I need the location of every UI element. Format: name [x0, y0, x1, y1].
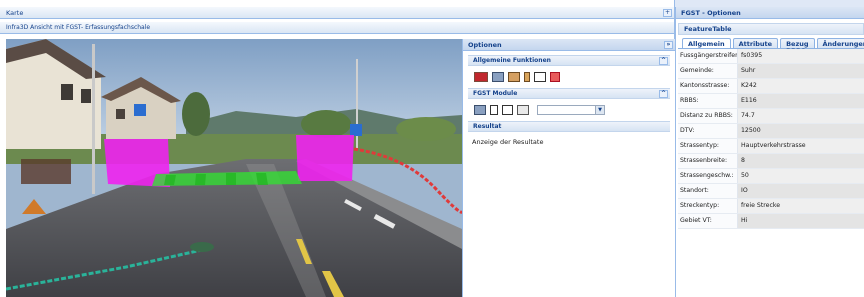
table-row: Standort: IO [678, 184, 864, 199]
result-title: Resultat [473, 123, 502, 130]
feature-table-title: FeatureTable [678, 23, 864, 35]
table-row: Strassentyp: Hauptverkehrstrasse [678, 139, 864, 154]
fgst-options-panel: FGST - Optionen FeatureTable Allgemein A… [675, 7, 864, 297]
row-value[interactable]: freie Strecke [738, 199, 864, 213]
table-row: Kantonsstrasse: K242 [678, 79, 864, 94]
tab-bezug-rbbs[interactable]: Bezug RBBS [780, 38, 815, 55]
fgst-options-title: FGST - Optionen [676, 7, 864, 19]
general-functions-title: Allgemeine Funktionen [473, 57, 551, 64]
row-key: Streckentyp: [678, 199, 738, 213]
options-panel: Optionen » Allgemeine Funktionen ^ FGST … [462, 39, 675, 297]
tab-allgemein[interactable]: Allgemein [682, 38, 731, 48]
viewer-title: Infra3D Ansicht mit FGST- Erfassungsfach… [6, 24, 151, 31]
row-key: Gemeinde: [678, 64, 738, 78]
row-key: Gebiet VT: [678, 214, 738, 228]
table-row: Distanz zu RBBS: 74.7 [678, 109, 864, 124]
tab-attribute[interactable]: Attribute [732, 38, 779, 48]
fgst-icon[interactable] [492, 72, 504, 82]
row-key: Standort: [678, 184, 738, 198]
fgst-modules-title: FGST Module [473, 90, 518, 97]
collapse-icon[interactable]: ^ [659, 57, 668, 65]
row-value[interactable]: Suhr [738, 64, 864, 78]
row-key: RBBS: [678, 94, 738, 108]
map-panel-header: Karte + [0, 7, 674, 19]
measure-icon[interactable] [508, 72, 520, 82]
photo-icon[interactable] [474, 72, 488, 82]
eraser-icon[interactable] [550, 72, 560, 82]
options-title: Optionen [468, 41, 502, 49]
module-select[interactable]: ▼ [537, 105, 605, 115]
result-header: Resultat [468, 121, 670, 132]
row-value[interactable]: K242 [738, 79, 864, 93]
viewer-header: Infra3D Ansicht mit FGST- Erfassungsfach… [0, 22, 674, 34]
arrow-line-icon[interactable] [534, 72, 546, 82]
chevron-right-icon[interactable]: » [664, 41, 673, 49]
result-text: Anzeige der Resultate [472, 138, 544, 146]
row-value[interactable]: 12500 [738, 124, 864, 138]
plus-icon[interactable]: + [663, 9, 672, 17]
map-panel-title: Karte [6, 9, 24, 17]
table-row: Gebiet VT: Hi [678, 214, 864, 229]
row-key: Strassenbreite: [678, 154, 738, 168]
app-root: Karte + Infra3D Ansicht mit FGST- Erfass… [0, 0, 864, 297]
row-value[interactable]: E116 [738, 94, 864, 108]
general-functions-header[interactable]: Allgemeine Funktionen ^ [468, 55, 670, 66]
table-row: DTV: 12500 [678, 124, 864, 139]
general-functions-toolbar [468, 66, 670, 88]
height-icon[interactable] [524, 72, 530, 82]
row-key: Distanz zu RBBS: [678, 109, 738, 123]
feature-table-tabs: Allgemein Attribute Bezug RBBS Änderunge… [678, 35, 864, 55]
options-panel-header: Optionen » [463, 39, 675, 51]
row-key: Strassentyp: [678, 139, 738, 153]
cursor-icon[interactable] [490, 105, 498, 115]
row-key: DTV: [678, 124, 738, 138]
row-key: Fussgängerstreifen: [678, 49, 738, 63]
street-scene-image [6, 39, 462, 297]
table-row: RBBS: E116 [678, 94, 864, 109]
row-value[interactable]: 50 [738, 169, 864, 183]
chevron-down-icon[interactable]: ▼ [595, 106, 604, 114]
crosswalk-icon[interactable] [517, 105, 529, 115]
row-value[interactable]: 74.7 [738, 109, 864, 123]
fgst-modules-toolbar: ▼ [468, 99, 670, 121]
row-key: Strassengeschw.: [678, 169, 738, 183]
map-panel: Karte + Infra3D Ansicht mit FGST- Erfass… [0, 0, 675, 297]
row-value[interactable]: fs0395 [738, 49, 864, 63]
table-row: Strassenbreite: 8 [678, 154, 864, 169]
tab-aenderungen[interactable]: Änderungen [816, 38, 864, 48]
row-value[interactable]: Hi [738, 214, 864, 228]
row-key: Kantonsstrasse: [678, 79, 738, 93]
row-value[interactable]: IO [738, 184, 864, 198]
row-value[interactable]: Hauptverkehrstrasse [738, 139, 864, 153]
row-value[interactable]: 8 [738, 154, 864, 168]
fgst-modules-header[interactable]: FGST Module ^ [468, 88, 670, 99]
table-row: Streckentyp: freie Strecke [678, 199, 864, 214]
table-row: Gemeinde: Suhr [678, 64, 864, 79]
table-row: Strassengeschw.: 50 [678, 169, 864, 184]
infra3d-street-view[interactable] [6, 39, 462, 297]
collapse-icon[interactable]: ^ [659, 90, 668, 98]
feature-table-grid: Fussgängerstreifen: fs0395 Gemeinde: Suhr … [678, 49, 864, 229]
table-row: Fussgängerstreifen: fs0395 [678, 49, 864, 64]
fgst-icon[interactable] [474, 105, 486, 115]
line-tool-icon[interactable] [502, 105, 513, 115]
